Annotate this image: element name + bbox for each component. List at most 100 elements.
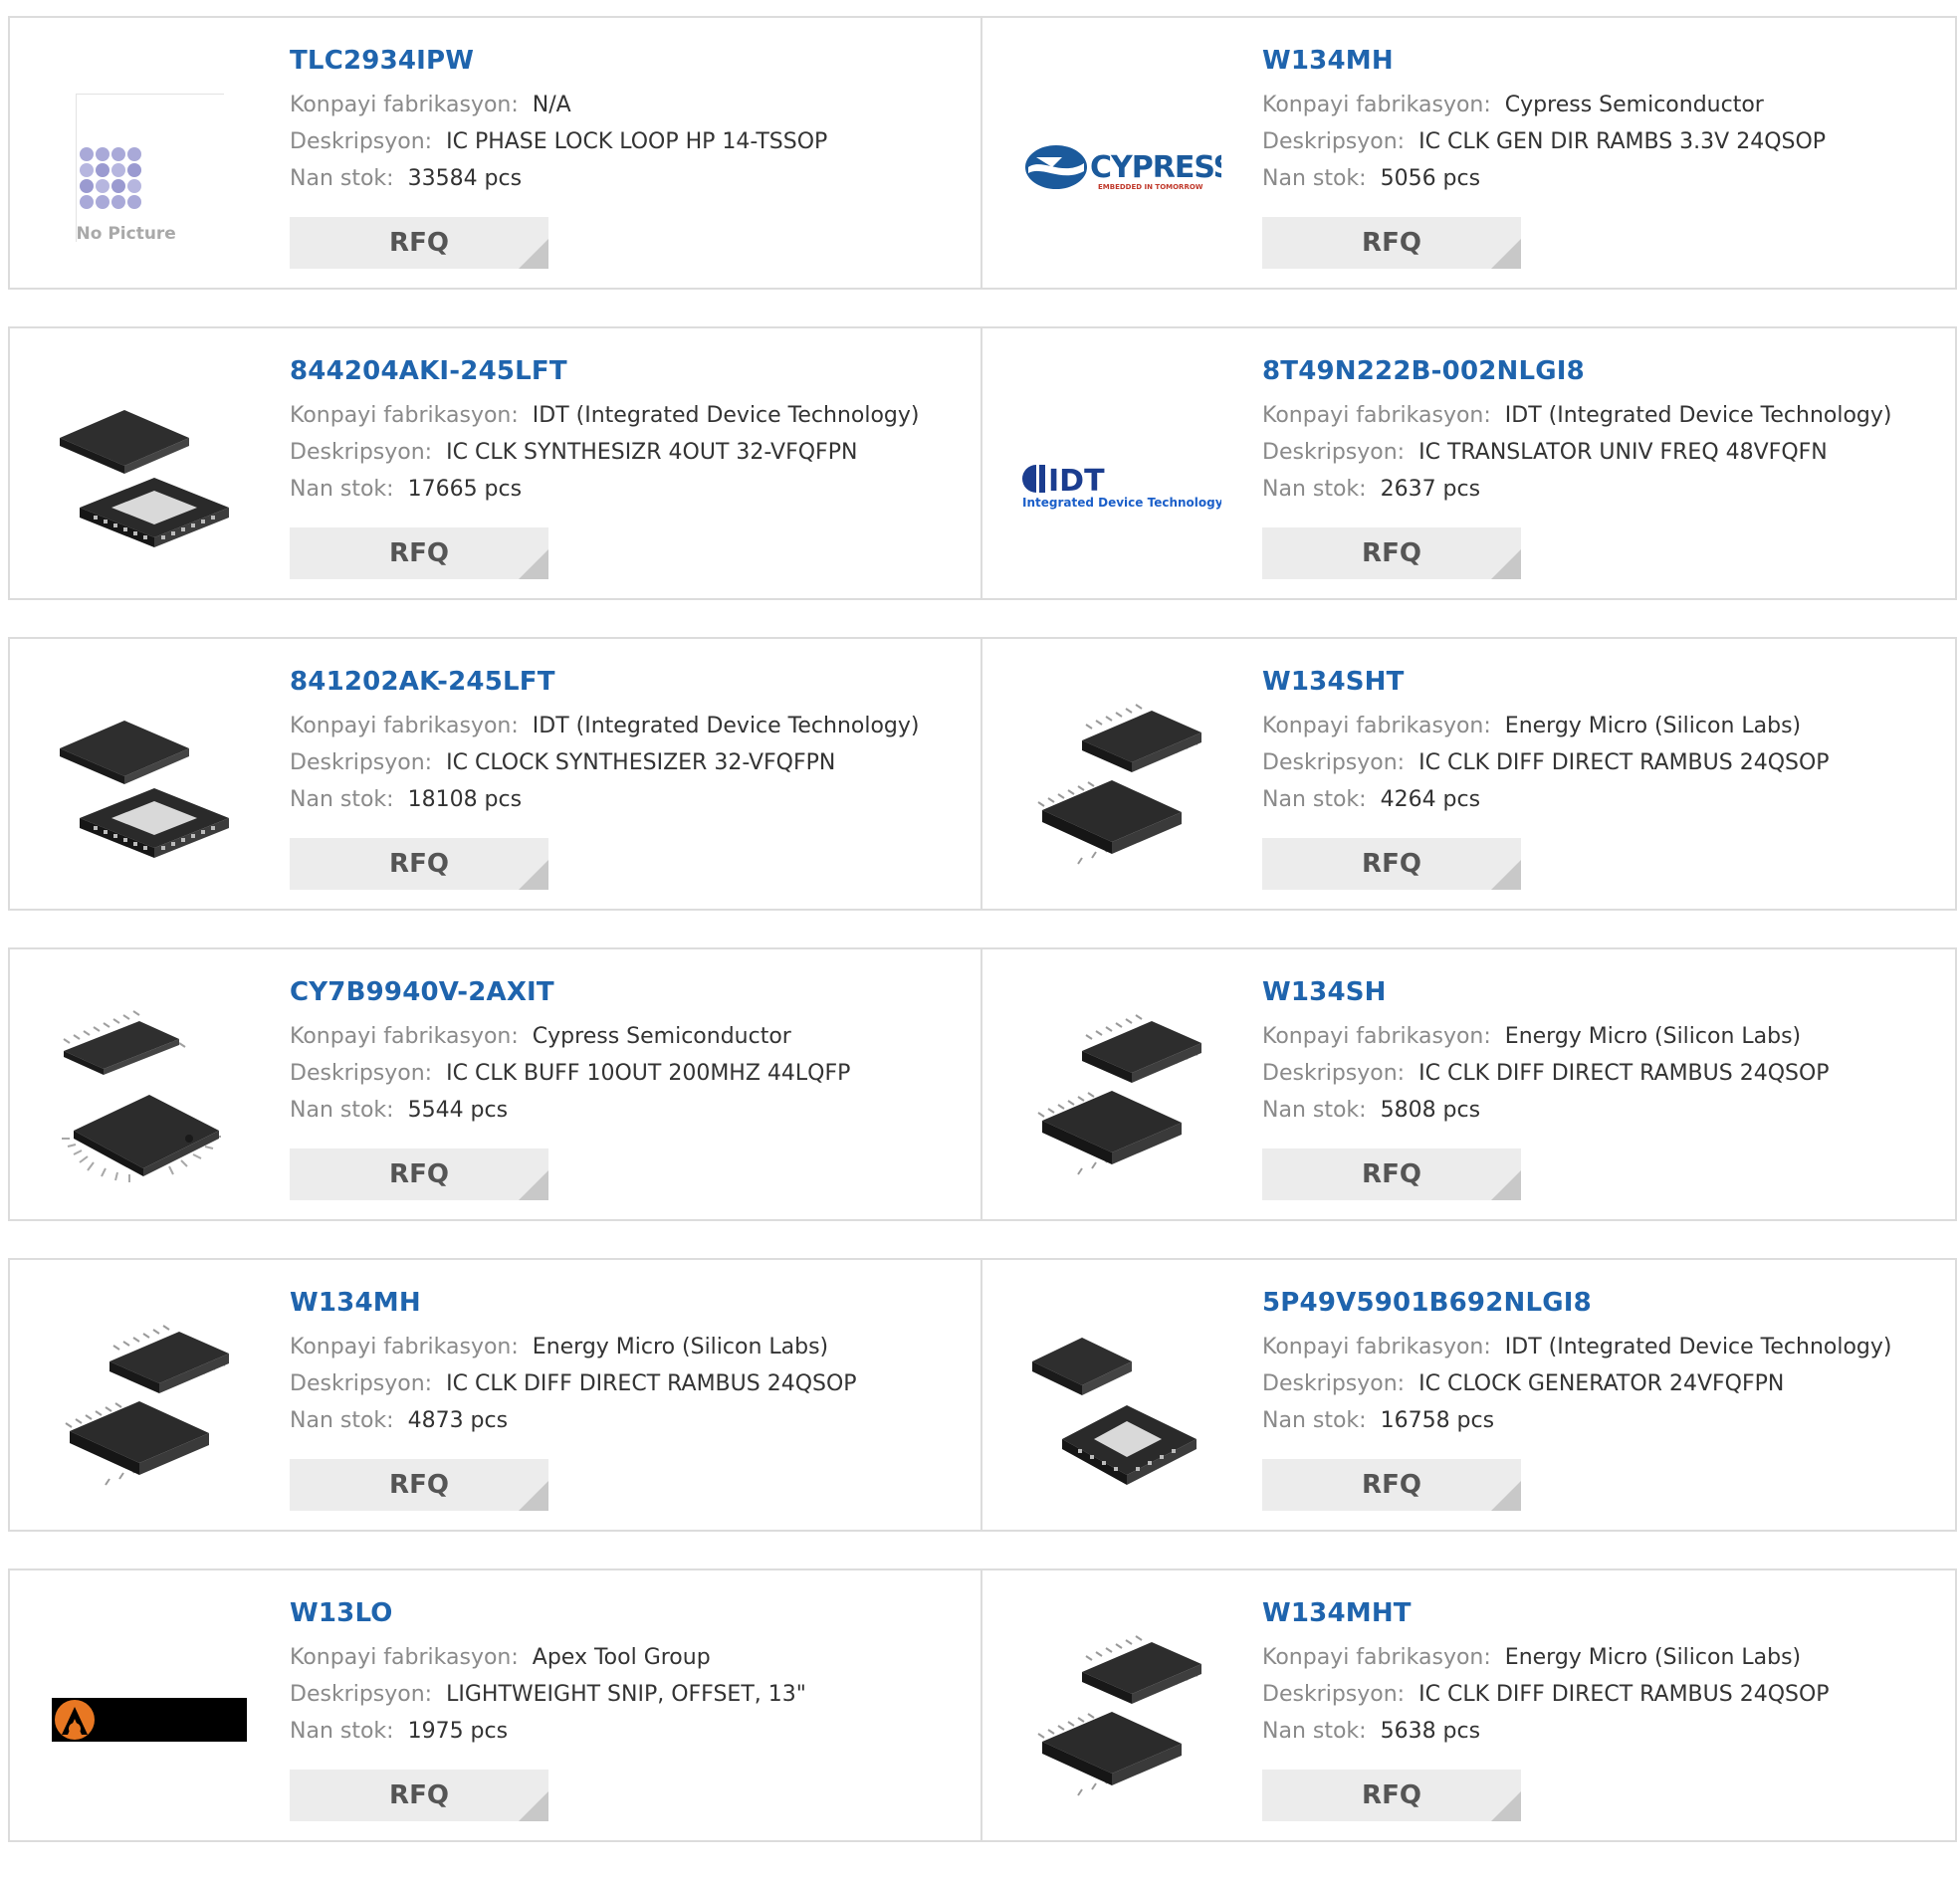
product-row: 841202AK-245LFT Konpayi fabrikasyon: IDT … — [8, 637, 1957, 911]
stock-line: Nan stok: 16758 pcs — [1262, 1402, 1945, 1439]
rfq-button[interactable]: RFQ — [1262, 1459, 1521, 1511]
rfq-button[interactable]: RFQ — [290, 1459, 548, 1511]
product-image[interactable] — [1022, 1620, 1221, 1819]
stock-value: 33584 pcs — [407, 166, 523, 191]
stock-line: Nan stok: 33584 pcs — [290, 160, 971, 197]
rfq-button[interactable]: RFQ — [1262, 1148, 1521, 1200]
description-value: IC CLK SYNTHESIZR 4OUT 32-VFQFPN — [446, 440, 858, 465]
qfn-chip-icon — [1032, 1338, 1197, 1485]
svg-text:CYPRESS: CYPRESS — [1090, 150, 1221, 185]
no-picture-label: No Picture — [76, 223, 176, 244]
manufacturer-label: Konpayi fabrikasyon: — [290, 1645, 519, 1670]
stock-label: Nan stok: — [290, 1098, 394, 1123]
product-image[interactable] — [1022, 689, 1221, 888]
rfq-button[interactable]: RFQ — [290, 1148, 548, 1200]
product-image[interactable]: CYPRESS EMBEDDED IN TOMORROW — [1022, 68, 1221, 267]
stock-line: Nan stok: 2637 pcs — [1262, 471, 1945, 508]
stock-value: 1975 pcs — [407, 1719, 509, 1744]
stock-label: Nan stok: — [290, 787, 394, 812]
stock-line: Nan stok: 5056 pcs — [1262, 160, 1945, 197]
description-label: Deskripsyon: — [1262, 1371, 1406, 1396]
part-number-link[interactable]: W134MH — [1262, 46, 1945, 76]
product-card: W134SH Konpayi fabrikasyon: Energy Micro … — [980, 947, 1957, 1221]
product-card: 5P49V5901B692NLGI8 Konpayi fabrikasyon: I… — [980, 1258, 1957, 1532]
product-card: IDT Integrated Device Technology 8T49N22… — [980, 326, 1957, 600]
description-value: IC CLOCK SYNTHESIZER 32-VFQFPN — [446, 750, 836, 775]
description-line: Deskripsyon: IC CLOCK GENERATOR 24VFQFPN — [1262, 1365, 1945, 1402]
stock-value: 5056 pcs — [1380, 166, 1481, 191]
stock-label: Nan stok: — [290, 477, 394, 502]
manufacturer-label: Konpayi fabrikasyon: — [1262, 403, 1491, 428]
qfn-chip-icon — [60, 410, 229, 547]
rfq-button[interactable]: RFQ — [1262, 1770, 1521, 1821]
product-info: 841202AK-245LFT Konpayi fabrikasyon: IDT … — [290, 667, 971, 818]
product-image[interactable] — [1022, 999, 1221, 1198]
product-image[interactable] — [50, 1310, 249, 1509]
part-number-link[interactable]: 8T49N222B-002NLGI8 — [1262, 356, 1945, 386]
product-info: 5P49V5901B692NLGI8 Konpayi fabrikasyon: I… — [1262, 1288, 1945, 1439]
part-number-link[interactable]: W13LO — [290, 1598, 971, 1628]
manufacturer-line: Konpayi fabrikasyon: IDT (Integrated Devi… — [1262, 1329, 1945, 1365]
part-number-link[interactable]: 5P49V5901B692NLGI8 — [1262, 1288, 1945, 1318]
product-image[interactable]: IDT Integrated Device Technology — [1022, 378, 1221, 577]
manufacturer-value: Apex Tool Group — [532, 1645, 711, 1670]
stock-label: Nan stok: — [1262, 166, 1367, 191]
product-image[interactable]: No Picture — [50, 68, 249, 267]
product-info: W134MHT Konpayi fabrikasyon: Energy Micro… — [1262, 1598, 1945, 1750]
product-image[interactable] — [50, 378, 249, 577]
rfq-button[interactable]: RFQ — [290, 838, 548, 890]
part-number-link[interactable]: W134SH — [1262, 977, 1945, 1007]
stock-line: Nan stok: 17665 pcs — [290, 471, 971, 508]
product-image[interactable] — [1022, 1310, 1221, 1509]
qfn-chip-icon — [60, 721, 229, 858]
description-line: Deskripsyon: IC CLK DIFF DIRECT RAMBUS 24… — [1262, 744, 1945, 781]
product-grid: No Picture TLC2934IPW Konpayi fabrikasyo… — [8, 16, 1957, 1879]
description-label: Deskripsyon: — [1262, 1682, 1406, 1707]
idt-logo: IDT Integrated Device Technology — [1022, 464, 1221, 510]
manufacturer-value: IDT (Integrated Device Technology) — [532, 403, 920, 428]
stock-line: Nan stok: 4873 pcs — [290, 1402, 971, 1439]
product-card: No Picture TLC2934IPW Konpayi fabrikasyo… — [8, 16, 982, 290]
manufacturer-line: Konpayi fabrikasyon: Energy Micro (Silico… — [1262, 1018, 1945, 1055]
stock-value: 5638 pcs — [1380, 1719, 1481, 1744]
description-label: Deskripsyon: — [290, 1682, 433, 1707]
rfq-button[interactable]: RFQ — [290, 1770, 548, 1821]
rfq-button[interactable]: RFQ — [1262, 217, 1521, 269]
part-number-link[interactable]: CY7B9940V-2AXIT — [290, 977, 971, 1007]
stock-label: Nan stok: — [1262, 1408, 1367, 1433]
stock-label: Nan stok: — [1262, 787, 1367, 812]
product-info: TLC2934IPW Konpayi fabrikasyon: N/A Deskr… — [290, 46, 971, 197]
description-value: IC CLK DIFF DIRECT RAMBUS 24QSOP — [1418, 1682, 1830, 1707]
svg-text:Integrated Device Technology: Integrated Device Technology — [1022, 496, 1221, 510]
part-number-link[interactable]: TLC2934IPW — [290, 46, 971, 76]
qsop-chip-icon — [65, 1325, 229, 1486]
rfq-button[interactable]: RFQ — [1262, 838, 1521, 890]
manufacturer-value: Energy Micro (Silicon Labs) — [532, 1335, 829, 1359]
part-number-link[interactable]: W134SHT — [1262, 667, 1945, 697]
product-image[interactable] — [50, 1620, 249, 1819]
manufacturer-line: Konpayi fabrikasyon: IDT (Integrated Devi… — [290, 397, 971, 434]
part-number-link[interactable]: 841202AK-245LFT — [290, 667, 971, 697]
rfq-button[interactable]: RFQ — [290, 527, 548, 579]
manufacturer-value: IDT (Integrated Device Technology) — [1504, 1335, 1892, 1359]
stock-line: Nan stok: 5544 pcs — [290, 1092, 971, 1129]
manufacturer-label: Konpayi fabrikasyon: — [1262, 714, 1491, 738]
part-number-link[interactable]: W134MH — [290, 1288, 971, 1318]
description-value: IC TRANSLATOR UNIV FREQ 48VFQFN — [1418, 440, 1828, 465]
rfq-button[interactable]: RFQ — [1262, 527, 1521, 579]
product-row: 844204AKI-245LFT Konpayi fabrikasyon: IDT… — [8, 326, 1957, 600]
part-number-link[interactable]: 844204AKI-245LFT — [290, 356, 971, 386]
manufacturer-label: Konpayi fabrikasyon: — [1262, 1024, 1491, 1049]
part-number-link[interactable]: W134MHT — [1262, 1598, 1945, 1628]
rfq-button[interactable]: RFQ — [290, 217, 548, 269]
product-info: W134SHT Konpayi fabrikasyon: Energy Micro… — [1262, 667, 1945, 818]
product-row: No Picture TLC2934IPW Konpayi fabrikasyo… — [8, 16, 1957, 290]
manufacturer-value: Cypress Semiconductor — [532, 1024, 791, 1049]
description-label: Deskripsyon: — [290, 750, 433, 775]
description-label: Deskripsyon: — [290, 440, 433, 465]
manufacturer-line: Konpayi fabrikasyon: Energy Micro (Silico… — [290, 1329, 971, 1365]
stock-label: Nan stok: — [1262, 1719, 1367, 1744]
product-image[interactable] — [50, 689, 249, 888]
product-image[interactable] — [50, 999, 249, 1198]
stock-label: Nan stok: — [1262, 1098, 1367, 1123]
